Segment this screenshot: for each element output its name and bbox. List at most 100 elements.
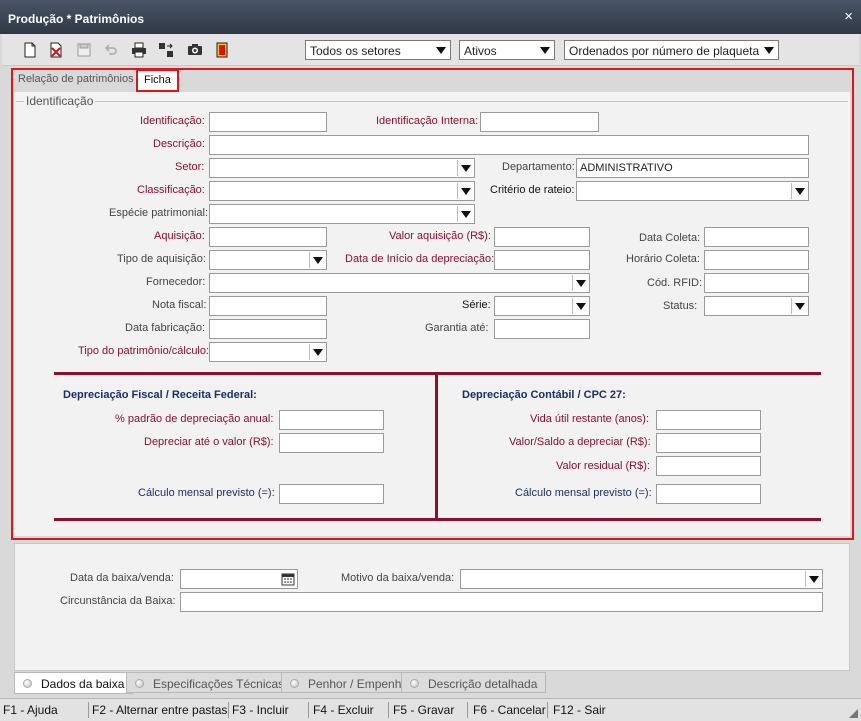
identificacao-group-title: Identificação — [24, 94, 96, 108]
data-baixa-label: Data da baixa/venda: — [70, 572, 174, 584]
tipo-patrimonio-select[interactable] — [209, 342, 327, 362]
nota-fiscal-label: Nota fiscal: — [152, 299, 207, 311]
serie-select[interactable] — [494, 296, 590, 316]
data-fabricacao-input[interactable] — [209, 319, 327, 339]
tab-dados-baixa-label: Dados da baixa — [41, 677, 125, 691]
vida-util-label: Vida útil restante (anos): — [530, 413, 650, 425]
patrimonios-window: Produção * Patrimônios × Todos os setore… — [0, 0, 861, 721]
delete-document-icon[interactable] — [47, 41, 65, 59]
status-separator — [388, 702, 389, 718]
tab-dados-baixa[interactable]: Dados da baixa — [14, 672, 134, 694]
sector-filter-select[interactable]: Todos os setores — [305, 40, 451, 60]
criterio-rateio-select[interactable] — [576, 181, 809, 201]
classificacao-select[interactable] — [209, 181, 475, 201]
radio-dot-icon — [410, 679, 419, 688]
depreciacao-contabil-title: Depreciação Contábil / CPC 27: — [462, 389, 626, 401]
cod-rfid-label: Cód. RFID: — [647, 277, 703, 289]
calculo-mensal-contabil-input[interactable] — [656, 484, 761, 504]
depreciacao-fiscal-title: Depreciação Fiscal / Receita Federal: — [63, 389, 257, 401]
calendar-icon[interactable] — [281, 572, 295, 586]
serie-label: Série: — [462, 299, 491, 311]
fornecedor-select[interactable] — [209, 273, 590, 293]
valor-residual-input[interactable] — [656, 456, 761, 476]
motivo-baixa-select[interactable] — [460, 569, 823, 589]
shortcut-excluir[interactable]: F4 - Excluir — [313, 703, 374, 717]
depreciacao-divider — [435, 375, 438, 519]
status-select[interactable] — [704, 296, 809, 316]
status-label: Status: — [663, 300, 698, 312]
tab-penhor-empenho[interactable]: Penhor / Empenho — [281, 672, 418, 693]
new-document-icon[interactable] — [21, 41, 39, 59]
print-icon[interactable] — [130, 41, 148, 59]
identificacao-label: Identificação: — [140, 115, 205, 127]
shortcut-gravar[interactable]: F5 - Gravar — [393, 703, 454, 717]
circunstancia-baixa-label: Circunstância da Baixa: — [60, 595, 176, 607]
aquisicao-label: Aquisição: — [154, 230, 205, 242]
tab-descricao-detalhada[interactable]: Descrição detalhada — [401, 672, 547, 693]
descricao-input[interactable] — [209, 135, 809, 155]
data-inicio-depreciacao-input[interactable] — [494, 250, 590, 270]
group-divider — [16, 101, 848, 102]
criterio-rateio-label: Critério de rateio: — [490, 184, 575, 196]
chevron-down-icon — [433, 42, 449, 58]
save-icon[interactable] — [75, 41, 93, 59]
percentual-depreciacao-input[interactable] — [279, 410, 384, 430]
data-baixa-input[interactable] — [180, 569, 298, 589]
data-inicio-depreciacao-label: Data de Início da depreciação: — [345, 253, 495, 265]
window-title: Produção * Patrimônios — [8, 12, 145, 26]
tab-especificacoes-label: Especificações Técnicas — [153, 677, 285, 691]
tab-descricao-label: Descrição detalhada — [428, 677, 538, 691]
valor-aquisicao-input[interactable] — [494, 227, 590, 247]
cod-rfid-input[interactable] — [704, 273, 809, 293]
especie-select[interactable] — [209, 204, 475, 224]
departamento-input[interactable]: ADMINISTRATIVO — [576, 158, 809, 178]
shortcut-alternar-pastas[interactable]: F2 - Alternar entre pastas — [92, 703, 227, 717]
calculo-mensal-contabil-label: Cálculo mensal previsto (=): — [515, 487, 652, 499]
close-icon[interactable]: × — [844, 9, 853, 24]
nota-fiscal-input[interactable] — [209, 296, 327, 316]
calculo-mensal-fiscal-input[interactable] — [279, 484, 384, 504]
especie-label: Espécie patrimonial: — [109, 207, 209, 219]
tab-especificacoes-tecnicas[interactable]: Especificações Técnicas — [126, 672, 294, 693]
valor-saldo-input[interactable] — [656, 433, 761, 453]
radio-dot-icon — [135, 679, 144, 688]
export-icon[interactable] — [157, 41, 175, 59]
data-fabricacao-label: Data fabricação: — [125, 322, 206, 334]
shortcut-cancelar[interactable]: F6 - Cancelar — [473, 703, 546, 717]
horario-coleta-label: Horário Coleta: — [626, 253, 700, 265]
order-filter-select[interactable]: Ordenados por número de plaqueta con — [564, 40, 779, 60]
garantia-input[interactable] — [494, 319, 590, 339]
classificacao-label: Classificação: — [137, 184, 205, 196]
shortcut-ajuda[interactable]: F1 - Ajuda — [3, 703, 58, 717]
resize-grip-icon[interactable] — [849, 709, 858, 718]
order-filter-value: Ordenados por número de plaqueta con — [569, 44, 761, 58]
identificacao-input[interactable] — [209, 112, 327, 132]
chevron-down-icon — [457, 160, 473, 176]
status-filter-select[interactable]: Ativos — [459, 40, 555, 60]
tipo-aquisicao-select[interactable] — [209, 250, 327, 270]
circunstancia-baixa-input[interactable] — [180, 592, 823, 612]
calculo-mensal-fiscal-label: Cálculo mensal previsto (=): — [138, 487, 275, 499]
undo-icon[interactable] — [102, 41, 120, 59]
chevron-down-icon — [457, 206, 473, 222]
valor-residual-label: Valor residual (R$): — [556, 460, 650, 472]
camera-icon[interactable] — [186, 41, 204, 59]
setor-select[interactable] — [209, 158, 475, 178]
departamento-value: ADMINISTRATIVO — [580, 162, 673, 174]
chevron-down-icon — [309, 252, 325, 268]
depreciar-ate-input[interactable] — [279, 433, 384, 453]
shortcut-incluir[interactable]: F3 - Incluir — [232, 703, 289, 717]
exit-icon[interactable] — [213, 41, 231, 59]
tipo-aquisicao-label: Tipo de aquisição: — [117, 253, 206, 265]
setor-label: Setor: — [175, 161, 205, 173]
chevron-down-icon — [791, 183, 807, 199]
status-separator — [467, 702, 468, 718]
radio-dot-icon — [23, 679, 32, 688]
vida-util-input[interactable] — [656, 410, 761, 430]
data-coleta-input[interactable] — [704, 227, 809, 247]
toolbar: Todos os setores Ativos Ordenados por nú… — [2, 34, 859, 66]
shortcut-sair[interactable]: F12 - Sair — [553, 703, 606, 717]
horario-coleta-input[interactable] — [704, 250, 809, 270]
identificacao-interna-input[interactable] — [480, 112, 599, 132]
aquisicao-input[interactable] — [209, 227, 327, 247]
